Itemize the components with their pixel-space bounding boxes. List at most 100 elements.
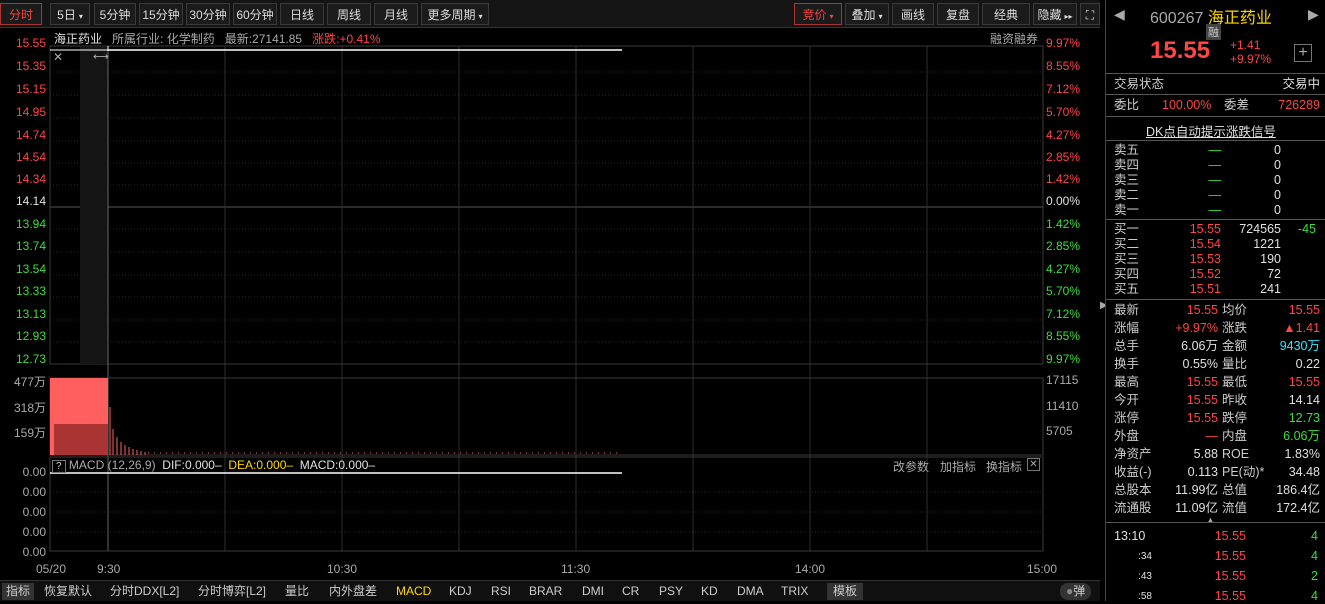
macd-axis-label: 0.00 [22,485,46,499]
bid-change [1286,252,1316,267]
stat-value: 6.06万 [1181,339,1218,353]
stat-value: 15.55 [1288,375,1320,389]
volume-axis-label-right: 11410 [1046,399,1079,413]
tab-kd[interactable]: KD [701,583,718,600]
index-change: 涨跌:+0.41% [312,32,381,46]
replay-button[interactable]: 复盘 [937,3,979,25]
order-diff: 726289 [1278,98,1320,112]
close-icon[interactable]: ✕ [1027,458,1040,471]
ask-label: 卖四 [1114,158,1140,172]
classic-button[interactable]: 经典 [982,3,1030,25]
tab-volume-ratio[interactable]: 量比 [285,583,309,600]
chevron-down-icon: ▾ [78,12,83,21]
tab-dmi[interactable]: DMI [582,583,604,600]
stat-value: — [1205,429,1219,443]
stat-value: 186.4亿 [1276,483,1320,497]
tab-monthly[interactable]: 月线 [374,3,418,25]
tab-5min[interactable]: 5分钟 [94,3,136,25]
pct-axis-label: 9.97% [1046,36,1081,50]
price-change: +1.41 [1230,38,1261,52]
price-axis-label: 13.54 [15,262,46,276]
edit-params-button[interactable]: 改参数 [893,458,929,475]
pct-axis-label: 8.55% [1046,59,1081,73]
ask-price: — [1208,203,1222,217]
trading-status: 交易中 [1282,77,1320,91]
tab-inout-diff[interactable]: 内外盘差 [329,583,377,600]
tick-price: 15.55 [1214,549,1246,563]
popup-toggle[interactable]: ●弹 [1060,583,1092,600]
ask-label: 卖五 [1114,143,1140,157]
swap-indicator-button[interactable]: 换指标 [986,458,1022,475]
tab-daily[interactable]: 日线 [280,3,324,25]
add-watchlist-icon[interactable]: + [1294,44,1312,62]
tab-indicator[interactable]: 指标 [2,583,35,600]
price-axis-label: 15.55 [15,36,46,50]
next-stock-icon[interactable]: ▶ [1308,6,1319,23]
tab-ddx[interactable]: 分时DDX[L2] [110,583,179,600]
ask-label: 卖二 [1114,188,1140,202]
period-toolbar: 分时 5日 ▾ 5分钟 15分钟 30分钟 60分钟 日线 周线 月线 更多周期 ▾… [0,0,1100,28]
tick-volume: 4 [1311,529,1318,543]
tab-5day[interactable]: 5日 ▾ [50,3,90,25]
pct-axis-label: 5.70% [1046,284,1081,298]
tick-price: 15.55 [1214,529,1246,543]
tab-weekly[interactable]: 周线 [327,3,371,25]
auction-button[interactable]: 竞价 ▾ [794,3,842,25]
industry-label: 所属行业: 化学制药 [112,32,215,46]
price-axis-label: 13.94 [15,217,46,231]
tick-time: :34 [1138,551,1152,562]
tab-kdj[interactable]: KDJ [449,583,472,600]
status-label: 交易状态 [1114,77,1165,91]
collapse-up-icon[interactable]: ▲ [1206,515,1215,525]
margin-trading-link[interactable]: 融资融券 [990,30,1038,47]
volume-axis-label: 318万 [13,401,46,415]
button-label: 叠加 [851,8,876,22]
intraday-chart: 海正药业 所属行业: 化学制药 最新:27141.85 涨跌:+0.41% 融资… [0,29,1100,580]
prev-stock-icon[interactable]: ◀ [1114,6,1125,23]
tab-30min[interactable]: 30分钟 [186,3,230,25]
tab-brar[interactable]: BRAR [529,583,562,600]
tab-cr[interactable]: CR [622,583,639,600]
price-axis-label: 13.74 [15,239,46,253]
tab-psy[interactable]: PSY [659,583,683,600]
price-change-pct: +9.97% [1230,52,1272,66]
tab-macd[interactable]: MACD [396,583,431,600]
ask-price: — [1208,158,1222,172]
tab-15min[interactable]: 15分钟 [139,3,183,25]
tab-more-periods[interactable]: 更多周期 ▾ [421,3,489,25]
stat-value: 0.22 [1295,357,1320,371]
tab-template[interactable]: 模板 [827,583,864,600]
pct-axis-label: 8.55% [1046,329,1081,343]
time-label: 14:00 [795,562,826,576]
tab-game[interactable]: 分时博弈[L2] [198,583,266,600]
resize-arrows-icon[interactable]: ⟷ [93,50,109,63]
stat-value: 11.09亿 [1175,501,1218,515]
tab-restore-default[interactable]: 恢复默认 [44,583,92,600]
overlay-button[interactable]: 叠加 ▾ [845,3,889,25]
add-indicator-button[interactable]: 加指标 [940,458,976,475]
ask-volume: 0 [1274,158,1281,172]
tab-trix[interactable]: TRIX [781,583,808,600]
price-axis-label: 13.33 [15,284,46,298]
draw-button[interactable]: 画线 [892,3,934,25]
pct-axis-label: 1.42% [1046,172,1081,186]
stat-value: 6.06万 [1283,429,1320,443]
tab-rsi[interactable]: RSI [491,583,511,600]
time-label: 15:00 [1027,562,1058,576]
tab-dma[interactable]: DMA [737,583,764,600]
bid-price: 15.54 [1189,237,1221,251]
bid-volume: 190 [1260,252,1281,266]
pct-axis-label: 2.85% [1046,150,1081,164]
close-icon[interactable]: ✕ [53,50,63,64]
help-icon[interactable]: ? [52,460,66,473]
tab-60min[interactable]: 60分钟 [233,3,277,25]
current-price: 15.55 [1150,37,1211,64]
stat-value: +9.97% [1175,321,1218,335]
stat-value: 15.55 [1186,411,1218,425]
hide-button[interactable]: 隐藏 ▸▸ [1033,3,1077,25]
bid-change [1286,237,1316,252]
tab-fenshi[interactable]: 分时 [0,3,42,25]
dk-signal-link[interactable]: DK点自动提示涨跌信号 [1146,121,1276,140]
stat-value: 172.4亿 [1276,501,1320,515]
expand-icon[interactable]: ⛶ [1080,3,1100,25]
